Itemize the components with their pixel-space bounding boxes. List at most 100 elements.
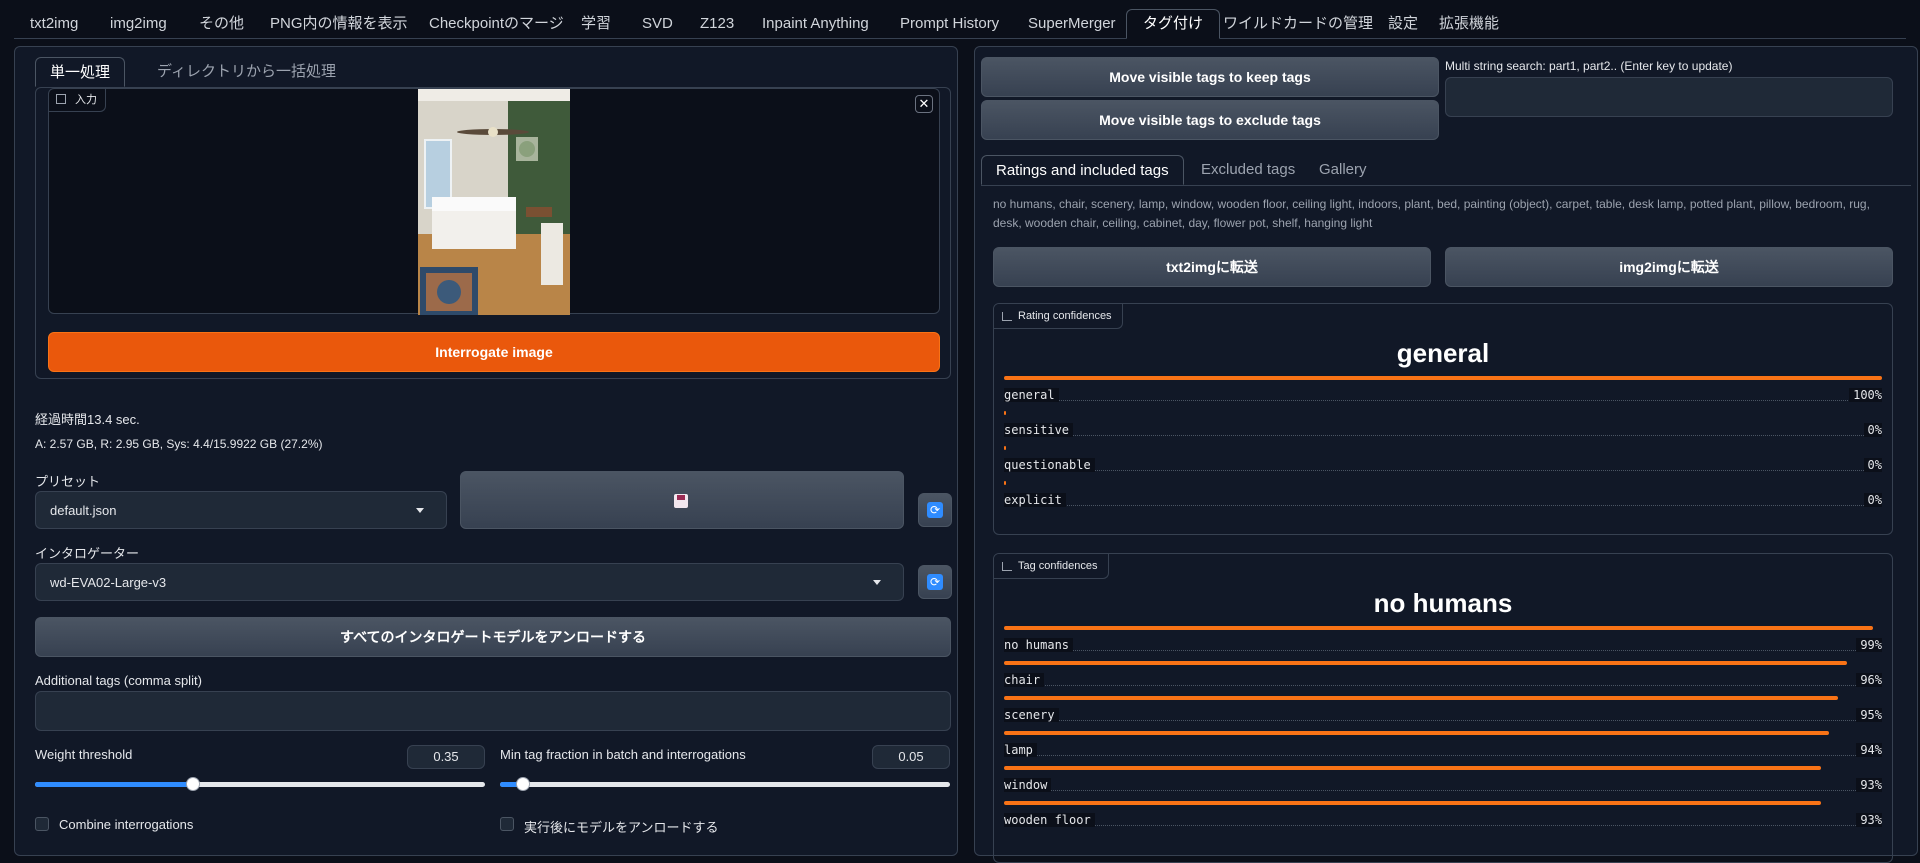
confidence-bar (1004, 731, 1830, 735)
tab-5[interactable]: 学習 (565, 10, 627, 38)
confidence-bar (1004, 626, 1874, 630)
tab-6[interactable]: SVD (626, 10, 689, 38)
send-to-img2img-button[interactable]: img2imgに転送 (1445, 247, 1893, 287)
additional-tags-input[interactable] (35, 691, 951, 731)
rating-confidences-panel: Rating confidences general general 100% se… (993, 303, 1893, 535)
tab-batch-from-directory[interactable]: ディレクトリから一括処理 (143, 57, 350, 87)
tab-1[interactable]: img2img (94, 10, 183, 38)
image-input-container: 入力 ✕ Interrogate image (35, 87, 951, 379)
confidence-percent: 0% (1863, 423, 1882, 437)
confidence-bar (1004, 481, 1006, 485)
tab-single-process[interactable]: 単一処理 (35, 57, 126, 87)
close-icon: ✕ (918, 96, 930, 111)
weight-threshold-slider[interactable] (35, 777, 485, 791)
confidence-row: wooden floor 93% (1004, 801, 1882, 836)
dotted-leader (1004, 825, 1882, 826)
tab-excluded-tags[interactable]: Excluded tags (1187, 155, 1309, 185)
chart-icon (1002, 312, 1012, 321)
search-label: Multi string search: part1, part2.. (Ent… (1445, 59, 1733, 73)
chevron-down-icon (873, 580, 881, 585)
dotted-leader (1004, 470, 1882, 471)
confidence-row: lamp 94% (1004, 731, 1882, 766)
dotted-leader (1004, 650, 1882, 651)
right-panel: Move visible tags to keep tags Move visi… (974, 46, 1918, 863)
confidence-name: window (1004, 778, 1052, 792)
tab-7[interactable]: Z123 (684, 10, 750, 38)
image-input-label: 入力 (49, 89, 106, 112)
slider-thumb[interactable] (186, 777, 200, 791)
preset-label: プリセット (35, 474, 101, 489)
tab-divider (981, 185, 1911, 186)
confidence-percent: 95% (1856, 708, 1882, 722)
tab-0[interactable]: txt2img (14, 10, 94, 38)
weight-threshold-label: Weight threshold (35, 747, 133, 762)
refresh-presets-button[interactable]: ⟳ (918, 493, 952, 527)
send-to-txt2img-button[interactable]: txt2imgに転送 (993, 247, 1431, 287)
confidence-percent: 93% (1856, 778, 1882, 792)
rating-top-label: general (1396, 338, 1490, 368)
dotted-leader (1004, 685, 1882, 686)
image-dropzone[interactable]: 入力 ✕ (48, 88, 940, 315)
move-to-exclude-tags-button[interactable]: Move visible tags to exclude tags (981, 100, 1439, 140)
confidence-name: questionable (1004, 458, 1095, 472)
image-icon (56, 94, 66, 104)
chart-icon (1002, 562, 1012, 571)
rating-confidences-label: Rating confidences (994, 304, 1123, 329)
tag-confidences-panel: Tag confidences no humans no humans 99% ch… (993, 553, 1893, 863)
min-tag-fraction-input[interactable]: 0.05 (872, 745, 950, 769)
interrogate-image-button[interactable]: Interrogate image (48, 332, 940, 372)
confidence-bar (1004, 411, 1006, 415)
tab-4[interactable]: Checkpointのマージ (413, 10, 580, 38)
tab-14[interactable]: 拡張機能 (1423, 10, 1515, 38)
tab-ratings-included-tags[interactable]: Ratings and included tags (981, 155, 1184, 185)
move-to-keep-tags-button[interactable]: Move visible tags to keep tags (981, 57, 1439, 97)
floppy-disk-icon (674, 494, 688, 508)
weight-threshold-input[interactable]: 0.35 (407, 745, 485, 769)
confidence-bar (1004, 376, 1882, 380)
dotted-leader (1004, 790, 1882, 791)
tab-3[interactable]: PNG内の情報を表示 (254, 10, 424, 38)
tab-12[interactable]: ワイルドカードの管理 (1207, 10, 1389, 38)
refresh-icon: ⟳ (927, 502, 943, 518)
combine-interrogations-checkbox[interactable] (35, 817, 49, 831)
confidence-row: chair 96% (1004, 661, 1882, 696)
refresh-icon: ⟳ (927, 574, 943, 590)
unload-all-models-button[interactable]: すべてのインタロゲートモデルをアンロードする (35, 617, 951, 657)
refresh-interrogators-button[interactable]: ⟳ (918, 565, 952, 599)
tab-11[interactable]: タグ付け (1126, 9, 1221, 39)
chevron-down-icon (416, 508, 424, 513)
clear-image-button[interactable]: ✕ (915, 95, 933, 113)
confidence-name: wooden floor (1004, 813, 1095, 827)
tab-10[interactable]: SuperMerger (1012, 10, 1132, 38)
tag-top-label: no humans (1373, 588, 1513, 618)
confidence-name: no humans (1004, 638, 1074, 652)
confidence-row: questionable 0% (1004, 446, 1882, 481)
min-tag-fraction-slider[interactable] (500, 777, 950, 791)
confidence-percent: 99% (1856, 638, 1882, 652)
save-preset-button[interactable] (460, 471, 904, 529)
bedroom-photo (418, 89, 570, 315)
dotted-leader (1004, 400, 1882, 401)
left-panel: 単一処理 ディレクトリから一括処理 入力 ✕ Interrogate image… (14, 46, 958, 856)
min-tag-fraction-label: Min tag fraction in batch and interrogat… (500, 747, 746, 762)
elapsed-time: 経過時間13.4 sec. (35, 412, 140, 427)
unload-after-checkbox[interactable] (500, 817, 514, 831)
tab-8[interactable]: Inpaint Anything (746, 10, 885, 38)
interrogator-dropdown[interactable]: wd-EVA02-Large-v3 (35, 563, 904, 601)
combine-interrogations-label: Combine interrogations (59, 817, 194, 832)
tag-confidences-label: Tag confidences (994, 554, 1109, 579)
tab-gallery[interactable]: Gallery (1305, 155, 1381, 185)
slider-thumb[interactable] (516, 777, 530, 791)
included-tags-text: no humans, chair, scenery, lamp, window,… (993, 197, 1870, 230)
confidence-bar (1004, 696, 1839, 700)
tab-2[interactable]: その他 (183, 10, 260, 38)
dotted-leader (1004, 435, 1882, 436)
preset-dropdown[interactable]: default.json (35, 491, 447, 529)
confidence-percent: 96% (1856, 673, 1882, 687)
confidence-bar (1004, 766, 1821, 770)
confidence-percent: 0% (1863, 493, 1882, 507)
multi-string-search-input[interactable] (1445, 77, 1893, 117)
uploaded-image (418, 89, 570, 315)
confidence-row: explicit 0% (1004, 481, 1882, 516)
tab-9[interactable]: Prompt History (884, 10, 1015, 38)
